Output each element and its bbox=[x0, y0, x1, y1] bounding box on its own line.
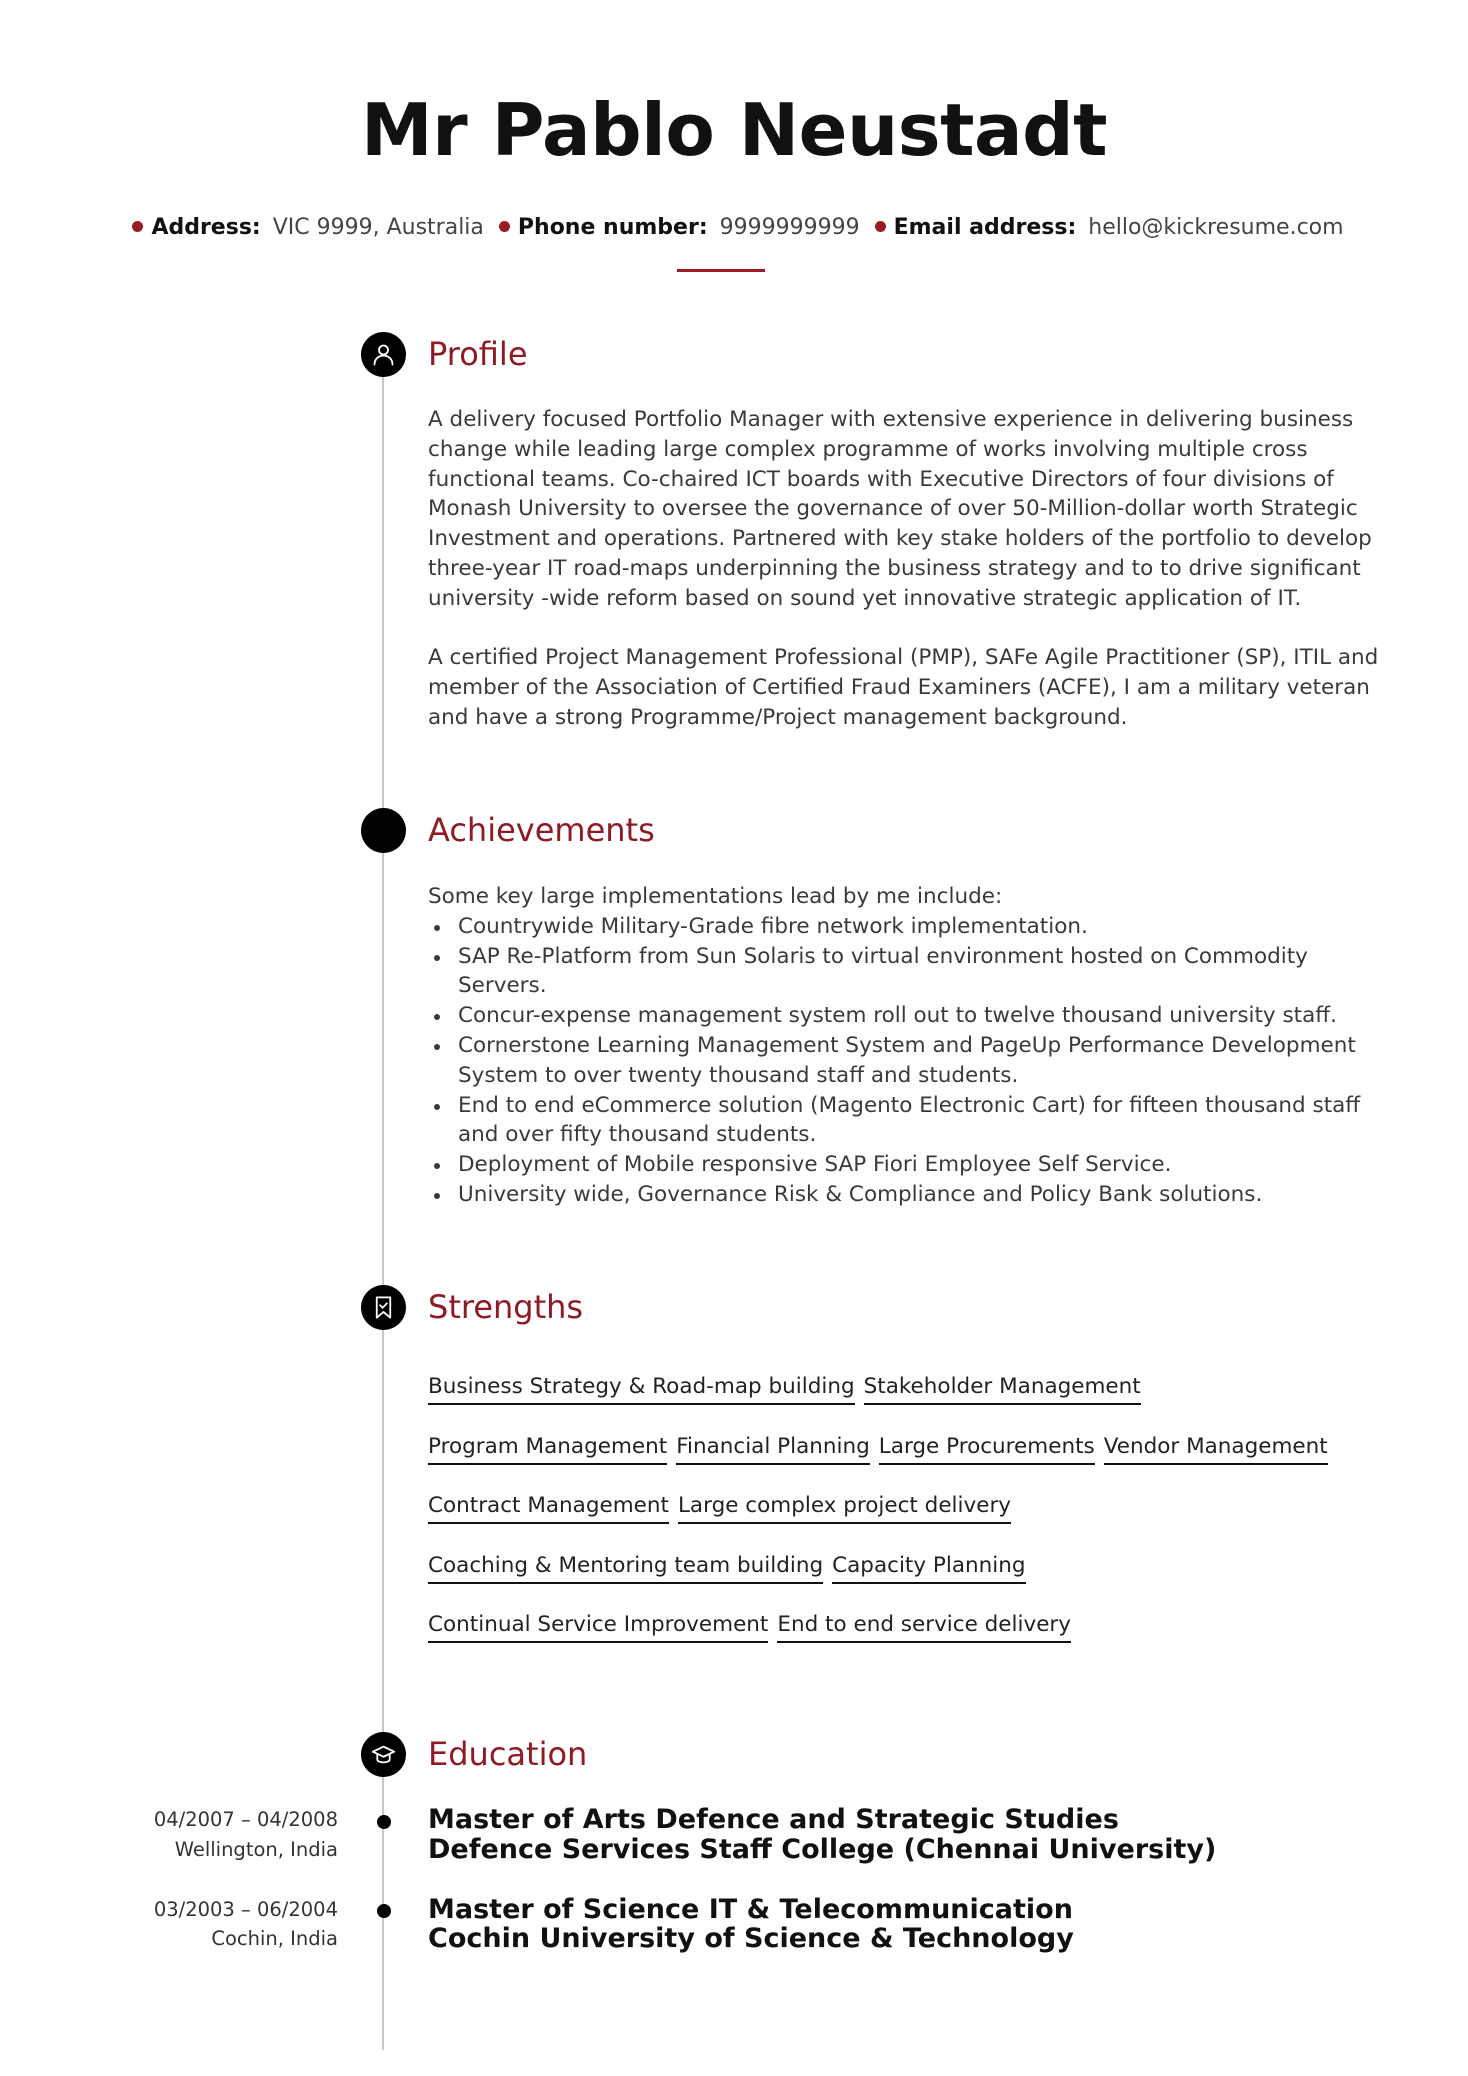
education-dates: 04/2007 – 04/2008 bbox=[153, 1808, 338, 1831]
list-item: Deployment of Mobile responsive SAP Fior… bbox=[428, 1150, 1388, 1180]
phone-value: 9999999999 bbox=[719, 215, 860, 240]
strength-tag: Large complex project delivery bbox=[677, 1491, 1012, 1524]
list-item: Countrywide Military-Grade fibre network… bbox=[428, 912, 1388, 942]
bullet-icon bbox=[132, 221, 144, 232]
strengths-row: Coaching & Mentoring team building Capaci… bbox=[428, 1551, 1035, 1584]
strength-tag: Vendor Management bbox=[1103, 1432, 1328, 1465]
candidate-name: Mr Pablo Neustadt bbox=[360, 88, 1108, 172]
profile-paragraph: A certified Project Management Professio… bbox=[428, 645, 1379, 730]
strengths-row: Continual Service Improvement End to end … bbox=[428, 1610, 1080, 1643]
achievements-intro: Some key large implementations lead by m… bbox=[428, 884, 1003, 909]
timeline-line bbox=[382, 354, 384, 2050]
section-title-achievements: Achievements bbox=[428, 811, 655, 849]
graduation-cap-icon bbox=[361, 1732, 406, 1777]
strengths-row: Contract Management Large complex project… bbox=[428, 1491, 1020, 1524]
list-item: Concur-expense management system roll ou… bbox=[428, 1001, 1388, 1031]
address-label: Address: bbox=[151, 215, 261, 240]
person-icon bbox=[361, 332, 406, 377]
list-item: SAP Re-Platform from Sun Solaris to virt… bbox=[428, 942, 1388, 1002]
strengths-row: Program Management Financial Planning Larg… bbox=[428, 1432, 1337, 1465]
phone-label: Phone number: bbox=[517, 215, 708, 240]
bullet-icon bbox=[498, 221, 510, 232]
strength-tag: Capacity Planning bbox=[832, 1551, 1026, 1584]
strength-tag: Continual Service Improvement bbox=[428, 1610, 769, 1643]
bookmark-check-icon bbox=[361, 1285, 406, 1330]
strengths-row: Business Strategy & Road-map building Sta… bbox=[428, 1372, 1150, 1405]
contact-line: Address: VIC 9999, Australia Phone number… bbox=[0, 212, 1468, 244]
profile-paragraph: A delivery focused Portfolio Manager wit… bbox=[428, 407, 1372, 611]
section-title-strengths: Strengths bbox=[428, 1288, 584, 1326]
education-dates: 03/2003 – 06/2004 bbox=[153, 1898, 338, 1921]
header-divider bbox=[677, 269, 765, 272]
education-degree: Master of Science IT & Telecommunication bbox=[428, 1894, 1073, 1925]
section-title-education: Education bbox=[428, 1735, 588, 1773]
timeline-dot bbox=[377, 1904, 391, 1918]
filled-circle-icon bbox=[361, 808, 406, 853]
education-degree: Master of Arts Defence and Strategic Stu… bbox=[428, 1804, 1119, 1835]
strength-tag: Contract Management bbox=[428, 1491, 669, 1524]
address-value: VIC 9999, Australia bbox=[272, 215, 484, 240]
education-school: Defence Services Staff College (Chennai … bbox=[428, 1834, 1217, 1865]
timeline-dot bbox=[377, 1815, 391, 1829]
strength-tag: Stakeholder Management bbox=[863, 1372, 1141, 1405]
list-item: End to end eCommerce solution (Magento E… bbox=[428, 1091, 1388, 1151]
strength-tag: Large Procurements bbox=[878, 1432, 1095, 1465]
strength-tag: End to end service delivery bbox=[777, 1610, 1071, 1643]
list-item: Cornerstone Learning Management System a… bbox=[428, 1031, 1388, 1091]
achievements-list: Some key large implementations lead by m… bbox=[428, 882, 1388, 1210]
strength-tag: Business Strategy & Road-map building bbox=[428, 1372, 855, 1405]
education-location: Wellington, India bbox=[174, 1838, 338, 1861]
bullet-icon bbox=[874, 221, 886, 232]
section-title-profile: Profile bbox=[428, 335, 528, 373]
list-item: University wide, Governance Risk & Compl… bbox=[428, 1180, 1388, 1210]
education-location: Cochin, India bbox=[211, 1927, 338, 1950]
strength-tag: Coaching & Mentoring team building bbox=[428, 1551, 824, 1584]
strength-tag: Financial Planning bbox=[676, 1432, 870, 1465]
education-school: Cochin University of Science & Technolog… bbox=[428, 1923, 1074, 1954]
email-value[interactable]: hello@kickresume.com bbox=[1088, 215, 1343, 240]
strength-tag: Program Management bbox=[428, 1432, 668, 1465]
email-label: Email address: bbox=[893, 215, 1077, 240]
